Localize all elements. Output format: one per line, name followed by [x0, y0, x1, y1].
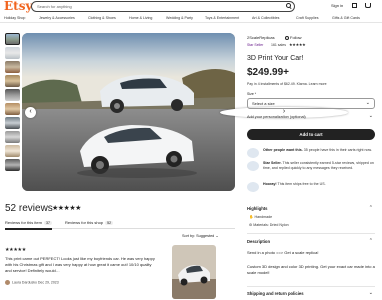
shipping-header[interactable]: Shipping and return policies ⌄ — [247, 290, 375, 296]
highlights-header[interactable]: Highlights ⌃ — [247, 205, 375, 211]
chevron-up-icon: ⌃ — [368, 205, 373, 211]
search-input[interactable]: Search for anything — [37, 3, 72, 10]
chevron-down-icon: ⌄ — [368, 113, 373, 119]
category-link[interactable]: Clothing & Shoes — [88, 16, 116, 21]
avatar — [5, 280, 10, 285]
thumbnail[interactable] — [5, 47, 20, 59]
category-link[interactable]: Toys & Entertainment — [205, 16, 239, 21]
highlight-item: ⚙ Materials: Dried Nylon — [249, 223, 289, 227]
follow-label: Follow — [290, 35, 302, 40]
review-stars: ★★★★★ — [5, 247, 26, 253]
thumbnail[interactable] — [5, 61, 20, 73]
review-text: This print came out PERFECT! Looks just … — [5, 256, 155, 273]
thumbnail[interactable] — [5, 75, 20, 87]
chevron-down-icon: ⌄ — [368, 290, 373, 296]
signin-link[interactable]: Sign in — [331, 3, 343, 8]
category-nav: Holiday Shop Jewelry & Accessories Cloth… — [0, 14, 382, 23]
thumbnail[interactable] — [5, 117, 20, 129]
reviews-count-title: 52 reviews — [5, 203, 53, 214]
sort-dropdown[interactable]: Sort by: Suggested ⌄ — [182, 233, 219, 238]
cart-demand-note: Other people want this. 35 people have t… — [247, 148, 375, 158]
thumbnail[interactable] — [5, 145, 20, 157]
etsy-logo[interactable]: Etsy — [4, 0, 32, 12]
review-photo[interactable] — [172, 245, 216, 299]
cart-icon[interactable] — [365, 3, 371, 8]
size-select-value: Select a size — [252, 101, 275, 106]
divider — [247, 286, 375, 287]
description-line: Send in a photo ==> Get a scale replica! — [247, 250, 319, 255]
divider — [247, 233, 375, 234]
free-shipping-note: Hooray! This item ships free to the US. — [247, 182, 375, 192]
product-price: $249.99+ — [247, 67, 289, 78]
gift-icon[interactable] — [352, 3, 357, 8]
thumbnail[interactable] — [5, 89, 20, 101]
shop-rating-stars[interactable]: ★★★★★ — [289, 42, 306, 47]
category-link[interactable]: Home & Living — [129, 16, 152, 21]
size-select[interactable]: Select a size ⌄ — [247, 98, 375, 109]
tab-reviews-item[interactable]: Reviews for this item 37 — [5, 220, 52, 230]
tab-reviews-shop[interactable]: Reviews for this shop 52 — [65, 220, 114, 225]
cart-icon — [247, 148, 259, 158]
thumbnail[interactable] — [5, 103, 20, 115]
klarna-installments: Pay in 4 installments of $62.49. Klarna.… — [247, 82, 327, 86]
heart-icon — [285, 35, 289, 40]
category-link[interactable]: Jewelry & Accessories — [39, 16, 75, 21]
personalization-toggle[interactable]: Add your personalization (optional) ⌄ — [247, 113, 375, 119]
chevron-down-icon: ⌄ — [365, 100, 370, 106]
star-seller-icon — [247, 161, 259, 171]
category-link[interactable]: Gifts & Gift Cards — [332, 16, 360, 21]
description-line: Custom 3D design and color 3D printing. … — [247, 264, 375, 275]
follow-button[interactable]: Follow — [285, 35, 302, 40]
category-link[interactable]: Wedding & Party — [166, 16, 193, 21]
star-seller-badge: Star Seller — [247, 43, 264, 47]
search-button[interactable] — [284, 3, 293, 10]
chevron-up-icon: ⌃ — [368, 238, 373, 244]
description-header[interactable]: Description ⌃ — [247, 238, 375, 244]
main-product-image[interactable] — [22, 33, 235, 191]
category-link[interactable]: Craft Supplies — [296, 16, 319, 21]
personalization-label: Add your personalization (optional) — [247, 115, 306, 119]
add-to-cart-button[interactable]: Add to cart — [247, 129, 375, 140]
review-tabs: Reviews for this item 37 Reviews for thi… — [5, 219, 235, 230]
truck-icon — [247, 182, 259, 192]
search-icon — [286, 3, 291, 8]
category-link[interactable]: Holiday Shop — [4, 16, 25, 21]
prev-image-button[interactable]: ‹ — [25, 107, 36, 118]
thumbnail[interactable] — [5, 131, 20, 143]
thumbnail[interactable] — [5, 159, 20, 171]
reviews-rating-stars: ★★★★★ — [52, 205, 81, 212]
sales-count: 161 sales — [271, 43, 286, 47]
product-title: 3D Print Your Car! — [247, 55, 304, 62]
thumbnail[interactable] — [5, 33, 20, 45]
top-header: Etsy Search for anything Sign in — [0, 0, 382, 13]
size-label: Size * — [247, 92, 257, 96]
shop-name[interactable]: 2ScaleReplicas — [247, 35, 275, 40]
search-bar[interactable]: Search for anything — [31, 1, 295, 12]
category-link[interactable]: Art & Collectibles — [252, 16, 279, 21]
star-seller-note: Star Seller. This seller consistently ea… — [247, 161, 375, 171]
highlight-item: ✋ Handmade — [249, 215, 273, 219]
reviewer-info: Laura Dardusko Dec 29, 2023 — [5, 280, 59, 285]
